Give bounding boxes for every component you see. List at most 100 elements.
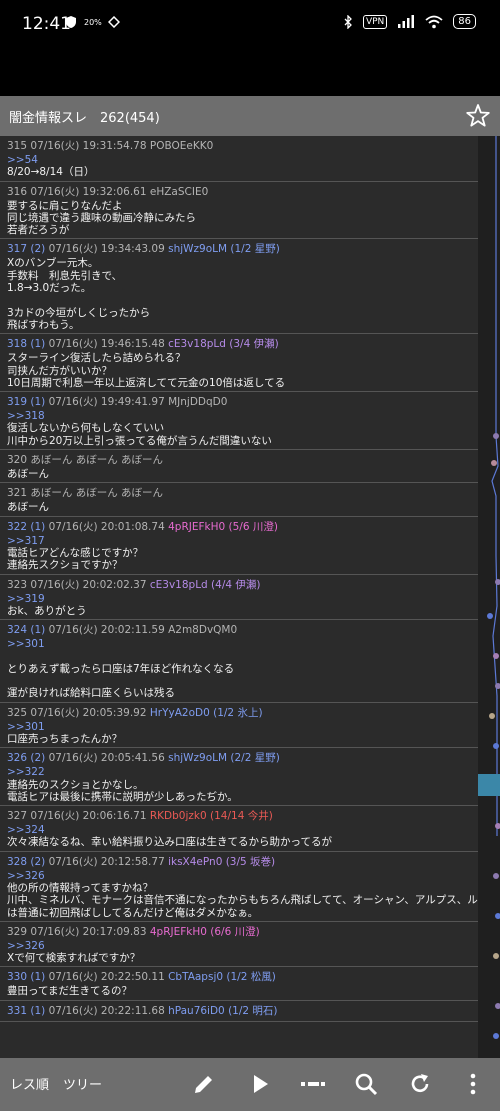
post-body-line: 電話ヒアどんな感じですか？ <box>7 546 144 559</box>
post-header[interactable]: 322 (1) 07/16(火) 20:01:08.74 4pRJEFkH0 (… <box>7 517 471 535</box>
post-item[interactable]: 325 07/16(火) 20:05:39.92 HrYyA2oD0 (1/2 … <box>0 703 478 749</box>
post-item[interactable]: 329 07/16(火) 20:17:09.83 4pRJEFkH0 (6/6 … <box>0 922 478 968</box>
signal-icon <box>398 15 415 28</box>
post-meta: A2m8DvQM0 <box>168 624 238 637</box>
post-meta: 4pRJEFkH0 (5/6 川澄) <box>168 520 278 533</box>
more-vert-icon[interactable] <box>460 1071 486 1097</box>
minimap-graph <box>478 136 500 1039</box>
post-meta: 07/16(火) 20:06:16.71 <box>27 810 150 823</box>
post-body-line: 1.8→3.0だった。 <box>7 282 92 295</box>
post-item[interactable]: 330 (1) 07/16(火) 20:22:50.11 CbTAapsj0 (… <box>0 967 478 1001</box>
data-saver-badge: 20% <box>84 17 102 27</box>
post-number[interactable]: 324 (1) <box>7 624 45 636</box>
refresh-icon[interactable] <box>407 1071 433 1097</box>
post-meta: shjWz9oLM (2/2 星野) <box>168 752 280 765</box>
post-list[interactable]: 315 07/16(火) 19:31:54.78 POBOEeKK0 >>54 8/… <box>0 136 478 1058</box>
reply-anchor-link[interactable]: >>326 <box>7 870 471 882</box>
post-item[interactable]: 324 (1) 07/16(火) 20:02:11.59 A2m8DvQM0 >>… <box>0 620 478 703</box>
post-body-line: おk、ありがとう <box>7 604 87 617</box>
post-item[interactable]: 318 (1) 07/16(火) 19:46:15.48 cE3v18pLd (… <box>0 334 478 393</box>
post-number[interactable]: 331 (1) <box>7 1005 45 1017</box>
post-header[interactable]: 316 07/16(火) 19:32:06.61 eHZaSCIE0 <box>7 182 471 200</box>
pencil-icon[interactable] <box>191 1071 217 1097</box>
post-body-line <box>7 294 471 306</box>
reply-anchor-link[interactable]: >>317 <box>7 535 471 547</box>
post-item[interactable]: 323 07/16(火) 20:02:02.37 cE3v18pLd (4/4 … <box>0 575 478 621</box>
tab-tree[interactable]: ツリー <box>63 1074 102 1093</box>
reply-anchor-link[interactable]: >>324 <box>7 824 471 836</box>
post-header[interactable]: 330 (1) 07/16(火) 20:22:50.11 CbTAapsj0 (… <box>7 967 471 985</box>
post-item[interactable]: 327 07/16(火) 20:06:16.71 RKDb0jzk0 (14/1… <box>0 806 478 852</box>
post-header[interactable]: 321 あぼーん あぼーん あぼーん <box>7 483 471 501</box>
post-body-line: は普通に初回飛ばししてるんだけど俺はダメかなぁ。 <box>7 906 259 919</box>
post-number[interactable]: 328 (2) <box>7 856 45 868</box>
post-number[interactable]: 326 (2) <box>7 752 45 764</box>
post-item[interactable]: 316 07/16(火) 19:32:06.61 eHZaSCIE0 要するに肩こ… <box>0 182 478 240</box>
post-header[interactable]: 320 あぼーん あぼーん あぼーん <box>7 450 471 468</box>
post-item[interactable]: 317 (2) 07/16(火) 19:34:43.09 shjWz9oLM (… <box>0 239 478 335</box>
reply-anchor-link[interactable]: >>326 <box>7 940 471 952</box>
post-number[interactable]: 317 (2) <box>7 243 45 255</box>
post-number[interactable]: 330 (1) <box>7 971 45 983</box>
post-number[interactable]: 325 <box>7 707 27 719</box>
post-number[interactable]: 320 <box>7 454 27 466</box>
post-number[interactable]: 321 <box>7 487 27 499</box>
post-number[interactable]: 322 (1) <box>7 521 45 533</box>
search-icon[interactable] <box>353 1071 379 1097</box>
post-number[interactable]: 327 <box>7 810 27 822</box>
post-header[interactable]: 324 (1) 07/16(火) 20:02:11.59 A2m8DvQM0 <box>7 620 471 638</box>
post-body-line: Xのバンブー元木。 <box>7 257 99 270</box>
post-header[interactable]: 326 (2) 07/16(火) 20:05:41.56 shjWz9oLM (… <box>7 748 471 766</box>
post-item[interactable]: 322 (1) 07/16(火) 20:01:08.74 4pRJEFkH0 (… <box>0 517 478 575</box>
battery-indicator: 86 <box>453 14 476 29</box>
post-meta: 07/16(火) 20:12:58.77 <box>45 855 169 868</box>
post-header[interactable]: 329 07/16(火) 20:17:09.83 4pRJEFkH0 (6/6 … <box>7 922 471 940</box>
post-number[interactable]: 319 (1) <box>7 396 45 408</box>
minus-dots-icon[interactable] <box>300 1071 326 1097</box>
post-meta: 07/16(火) 19:34:43.09 <box>45 243 169 256</box>
post-header[interactable]: 327 07/16(火) 20:06:16.71 RKDb0jzk0 (14/1… <box>7 806 471 824</box>
post-meta: eHZaSCIE0 <box>149 185 209 198</box>
post-header[interactable]: 328 (2) 07/16(火) 20:12:58.77 iksX4ePn0 (… <box>7 852 471 870</box>
post-body-line: 川中から20万以上引っ張ってる俺が言うんだ間違いない <box>7 434 272 447</box>
post-item[interactable]: 320 あぼーん あぼーん あぼーん あぼーん <box>0 450 478 484</box>
post-item[interactable]: 326 (2) 07/16(火) 20:05:41.56 shjWz9oLM (… <box>0 748 478 807</box>
post-meta: CbTAapsj0 (1/2 松風) <box>168 971 276 984</box>
post-number[interactable]: 329 <box>7 926 27 938</box>
reply-anchor-link[interactable]: >>301 <box>7 721 471 733</box>
post-body-line <box>7 650 471 662</box>
post-item[interactable]: 331 (1) 07/16(火) 20:22:11.68 hPau76iD0 (… <box>0 1001 478 1022</box>
post-number[interactable]: 316 <box>7 186 27 198</box>
post-meta: HrYyA2oD0 (1/2 氷上) <box>149 706 263 719</box>
post-number[interactable]: 318 (1) <box>7 338 45 350</box>
post-header[interactable]: 317 (2) 07/16(火) 19:34:43.09 shjWz9oLM (… <box>7 239 471 257</box>
post-header[interactable]: 323 07/16(火) 20:02:02.37 cE3v18pLd (4/4 … <box>7 575 471 593</box>
post-meta: 4pRJEFkH0 (6/6 川澄) <box>149 925 260 938</box>
post-meta: 07/16(火) 20:02:11.59 <box>45 624 169 637</box>
post-header[interactable]: 319 (1) 07/16(火) 19:49:41.97 MJnjDDqD0 <box>7 392 471 410</box>
reply-anchor-link[interactable]: >>322 <box>7 766 471 778</box>
post-header[interactable]: 318 (1) 07/16(火) 19:46:15.48 cE3v18pLd (… <box>7 334 471 352</box>
post-item[interactable]: 328 (2) 07/16(火) 20:12:58.77 iksX4ePn0 (… <box>0 852 478 922</box>
post-header[interactable]: 331 (1) 07/16(火) 20:22:11.68 hPau76iD0 (… <box>7 1001 471 1019</box>
post-header[interactable]: 315 07/16(火) 19:31:54.78 POBOEeKK0 <box>7 136 471 154</box>
post-header[interactable]: 325 07/16(火) 20:05:39.92 HrYyA2oD0 (1/2 … <box>7 703 471 721</box>
post-meta: 07/16(火) 19:49:41.97 <box>45 396 169 409</box>
play-icon[interactable] <box>247 1071 273 1097</box>
post-item[interactable]: 319 (1) 07/16(火) 19:49:41.97 MJnjDDqD0 >>… <box>0 392 478 451</box>
post-meta: あぼーん あぼーん あぼーん <box>27 454 164 467</box>
post-number[interactable]: 323 <box>7 579 27 591</box>
post-number[interactable]: 315 <box>7 140 27 152</box>
post-item[interactable]: 321 あぼーん あぼーん あぼーん あぼーん <box>0 483 478 517</box>
post-meta: RKDb0jzk0 (14/14 今井) <box>149 810 273 823</box>
tab-res-order[interactable]: レス順 <box>10 1074 49 1093</box>
post-item[interactable]: 315 07/16(火) 19:31:54.78 POBOEeKK0 >>54 8/… <box>0 136 478 182</box>
reply-anchor-link[interactable]: >>318 <box>7 410 471 422</box>
scroll-minimap[interactable] <box>478 136 500 1058</box>
post-body-line: 若者だろうが <box>7 224 70 237</box>
post-body-line: 3カドの今垣がしくじったから <box>7 306 151 319</box>
reply-anchor-link[interactable]: >>54 <box>7 154 471 166</box>
reply-anchor-link[interactable]: >>319 <box>7 593 471 605</box>
star-icon[interactable] <box>464 102 492 130</box>
reply-anchor-link[interactable]: >>301 <box>7 638 471 650</box>
